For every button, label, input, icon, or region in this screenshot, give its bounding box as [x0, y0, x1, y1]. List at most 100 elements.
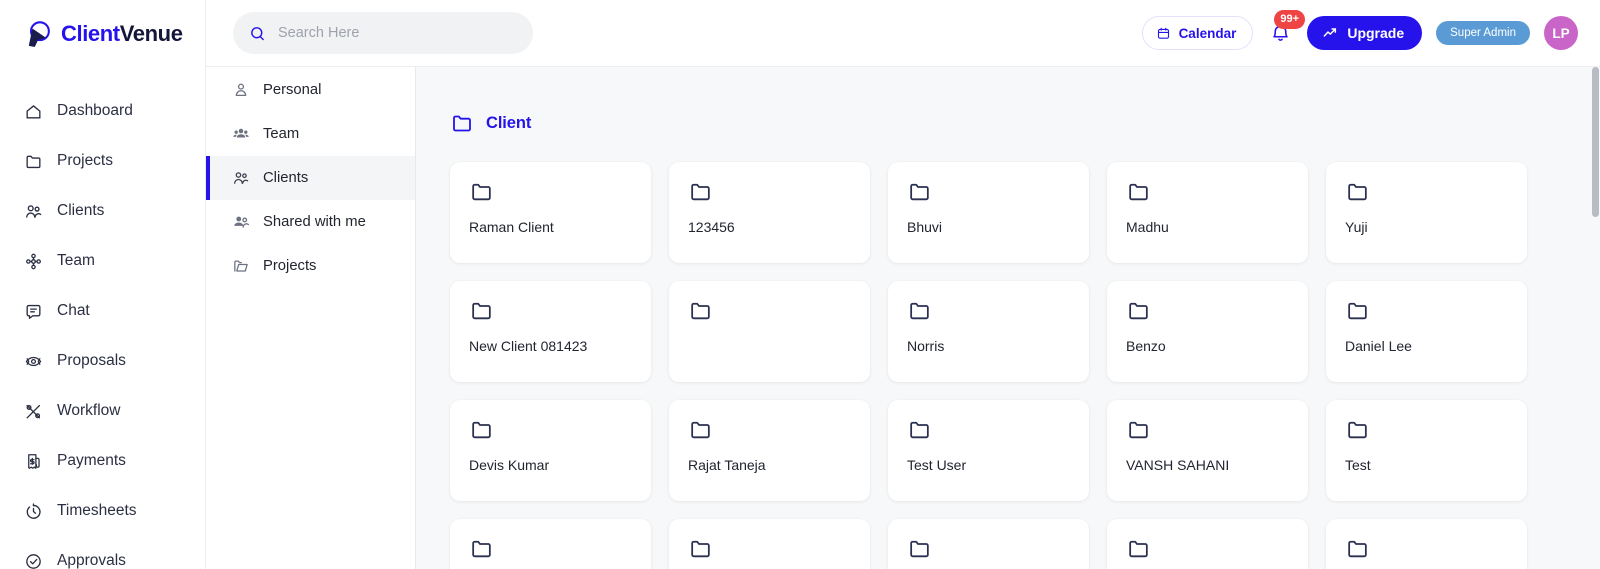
sidebar-item-proposals[interactable]: Proposals — [0, 336, 205, 386]
brand-name-part1: Client — [61, 21, 120, 46]
notification-count-badge: 99+ — [1274, 10, 1306, 29]
folder-card[interactable]: New Client 081423 — [450, 281, 651, 382]
folder-icon — [910, 421, 929, 439]
folder-card-label: VANSH SAHANI — [1126, 457, 1230, 473]
sidebar-item-clients[interactable]: Clients — [0, 186, 205, 236]
sidebar-item-label: Proposals — [57, 352, 126, 369]
storage-item-team[interactable]: Team — [206, 112, 415, 156]
storage-item-projects[interactable]: Projects — [206, 244, 415, 288]
folder-icon — [472, 183, 491, 201]
shared-users-icon — [234, 216, 250, 228]
folder-card[interactable] — [888, 519, 1089, 569]
main-scrollbar[interactable] — [1591, 67, 1600, 569]
folder-icon — [472, 421, 491, 439]
folder-card[interactable]: Madhu — [1107, 162, 1308, 263]
folder-icon — [910, 302, 929, 320]
folder-card[interactable]: Bhuvi — [888, 162, 1089, 263]
folder-card[interactable] — [669, 281, 870, 382]
breadcrumb[interactable]: Client — [416, 67, 1600, 135]
role-badge[interactable]: Super Admin — [1436, 21, 1530, 45]
check-circle-icon — [26, 553, 41, 569]
folder-card-label: 123456 — [688, 219, 735, 235]
primary-sidebar: ClientVenue Dashboard Projects Clients T… — [0, 0, 206, 569]
folder-card[interactable]: Rajat Taneja — [669, 400, 870, 501]
folder-card[interactable] — [669, 519, 870, 569]
folder-card[interactable]: Raman Client — [450, 162, 651, 263]
sidebar-item-approvals[interactable]: Approvals — [0, 536, 205, 569]
calendar-button[interactable]: Calendar — [1141, 16, 1254, 50]
folder-card[interactable] — [1107, 519, 1308, 569]
folder-card[interactable]: Daniel Lee — [1326, 281, 1527, 382]
folder-card[interactable]: Norris — [888, 281, 1089, 382]
storage-item-shared-with-me[interactable]: Shared with me — [206, 200, 415, 244]
sidebar-item-label: Workflow — [57, 402, 121, 419]
calendar-icon — [1157, 27, 1169, 39]
scrollbar-thumb[interactable] — [1592, 67, 1599, 217]
sidebar-item-dashboard[interactable]: Dashboard — [0, 86, 205, 136]
folder-card[interactable] — [1326, 519, 1527, 569]
sidebar-item-label: Projects — [57, 152, 113, 169]
sidebar-item-projects[interactable]: Projects — [0, 136, 205, 186]
folder-card-label: Daniel Lee — [1345, 338, 1412, 354]
folder-icon — [910, 183, 929, 201]
folder-card[interactable]: Yuji — [1326, 162, 1527, 263]
folder-card-label: Bhuvi — [907, 219, 943, 235]
calendar-button-label: Calendar — [1178, 25, 1237, 41]
search-input[interactable] — [278, 25, 517, 41]
top-header: Calendar 99+ Upgrade Super Admin LP — [206, 0, 1600, 67]
users-outline-icon — [234, 172, 249, 184]
upgrade-button-label: Upgrade — [1347, 25, 1405, 41]
users-icon — [26, 204, 42, 218]
folder-icon — [1348, 183, 1367, 201]
folder-card-label: Benzo — [1126, 338, 1166, 354]
folder-card[interactable]: Benzo — [1107, 281, 1308, 382]
folder-grid: Raman Client 123456 Bhuvi Madhu Yuji New — [416, 135, 1600, 569]
folder-card[interactable]: Devis Kumar — [450, 400, 651, 501]
folder-card-label: Raman Client — [469, 219, 554, 235]
folder-card[interactable]: Test User — [888, 400, 1089, 501]
folder-icon — [472, 540, 491, 558]
main-navigation: Dashboard Projects Clients Team Chat Pro… — [0, 68, 205, 569]
folder-icon — [1348, 421, 1367, 439]
folder-icon — [1129, 183, 1148, 201]
sidebar-item-chat[interactable]: Chat — [0, 286, 205, 336]
storage-item-label: Clients — [263, 170, 309, 186]
timer-icon — [26, 502, 41, 519]
storage-item-label: Projects — [263, 258, 317, 274]
folder-icon — [691, 540, 710, 558]
storage-item-clients[interactable]: Clients — [206, 156, 415, 200]
folder-card-label: Madhu — [1126, 219, 1169, 235]
sidebar-item-team[interactable]: Team — [0, 236, 205, 286]
folder-open-icon — [234, 260, 248, 272]
brand-logo[interactable]: ClientVenue — [0, 0, 205, 68]
sidebar-item-label: Payments — [57, 452, 126, 469]
cursor-logo-icon — [28, 21, 50, 47]
storage-item-label: Shared with me — [263, 214, 366, 230]
folder-card[interactable]: VANSH SAHANI — [1107, 400, 1308, 501]
folder-card-label: Test User — [907, 457, 967, 473]
storage-nav-list: Personal Team Clients Shared with me Pro… — [206, 68, 415, 288]
folder-card[interactable] — [450, 519, 651, 569]
folder-card-label: Norris — [907, 338, 945, 354]
folder-icon — [691, 302, 710, 320]
folder-card-label: Rajat Taneja — [688, 457, 766, 473]
avatar[interactable]: LP — [1544, 16, 1578, 50]
brand-name-part2: Venue — [119, 21, 183, 46]
sidebar-item-timesheets[interactable]: Timesheets — [0, 486, 205, 536]
sidebar-item-label: Timesheets — [57, 502, 137, 519]
folder-card[interactable]: 123456 — [669, 162, 870, 263]
team-network-icon — [26, 253, 41, 269]
search-bar[interactable] — [233, 12, 533, 54]
storage-item-personal[interactable]: Personal — [206, 68, 415, 112]
upgrade-button[interactable]: Upgrade — [1307, 16, 1423, 50]
notifications-button[interactable]: 99+ — [1267, 10, 1306, 50]
sidebar-item-payments[interactable]: Payments — [0, 436, 205, 486]
sidebar-item-label: Dashboard — [57, 102, 133, 119]
sidebar-item-label: Approvals — [57, 552, 126, 569]
folder-card[interactable]: Test — [1326, 400, 1527, 501]
search-icon — [251, 26, 264, 40]
storage-item-label: Team — [263, 126, 300, 142]
sidebar-item-workflow[interactable]: Workflow — [0, 386, 205, 436]
storage-item-label: Personal — [263, 82, 322, 98]
folder-icon — [453, 115, 471, 132]
